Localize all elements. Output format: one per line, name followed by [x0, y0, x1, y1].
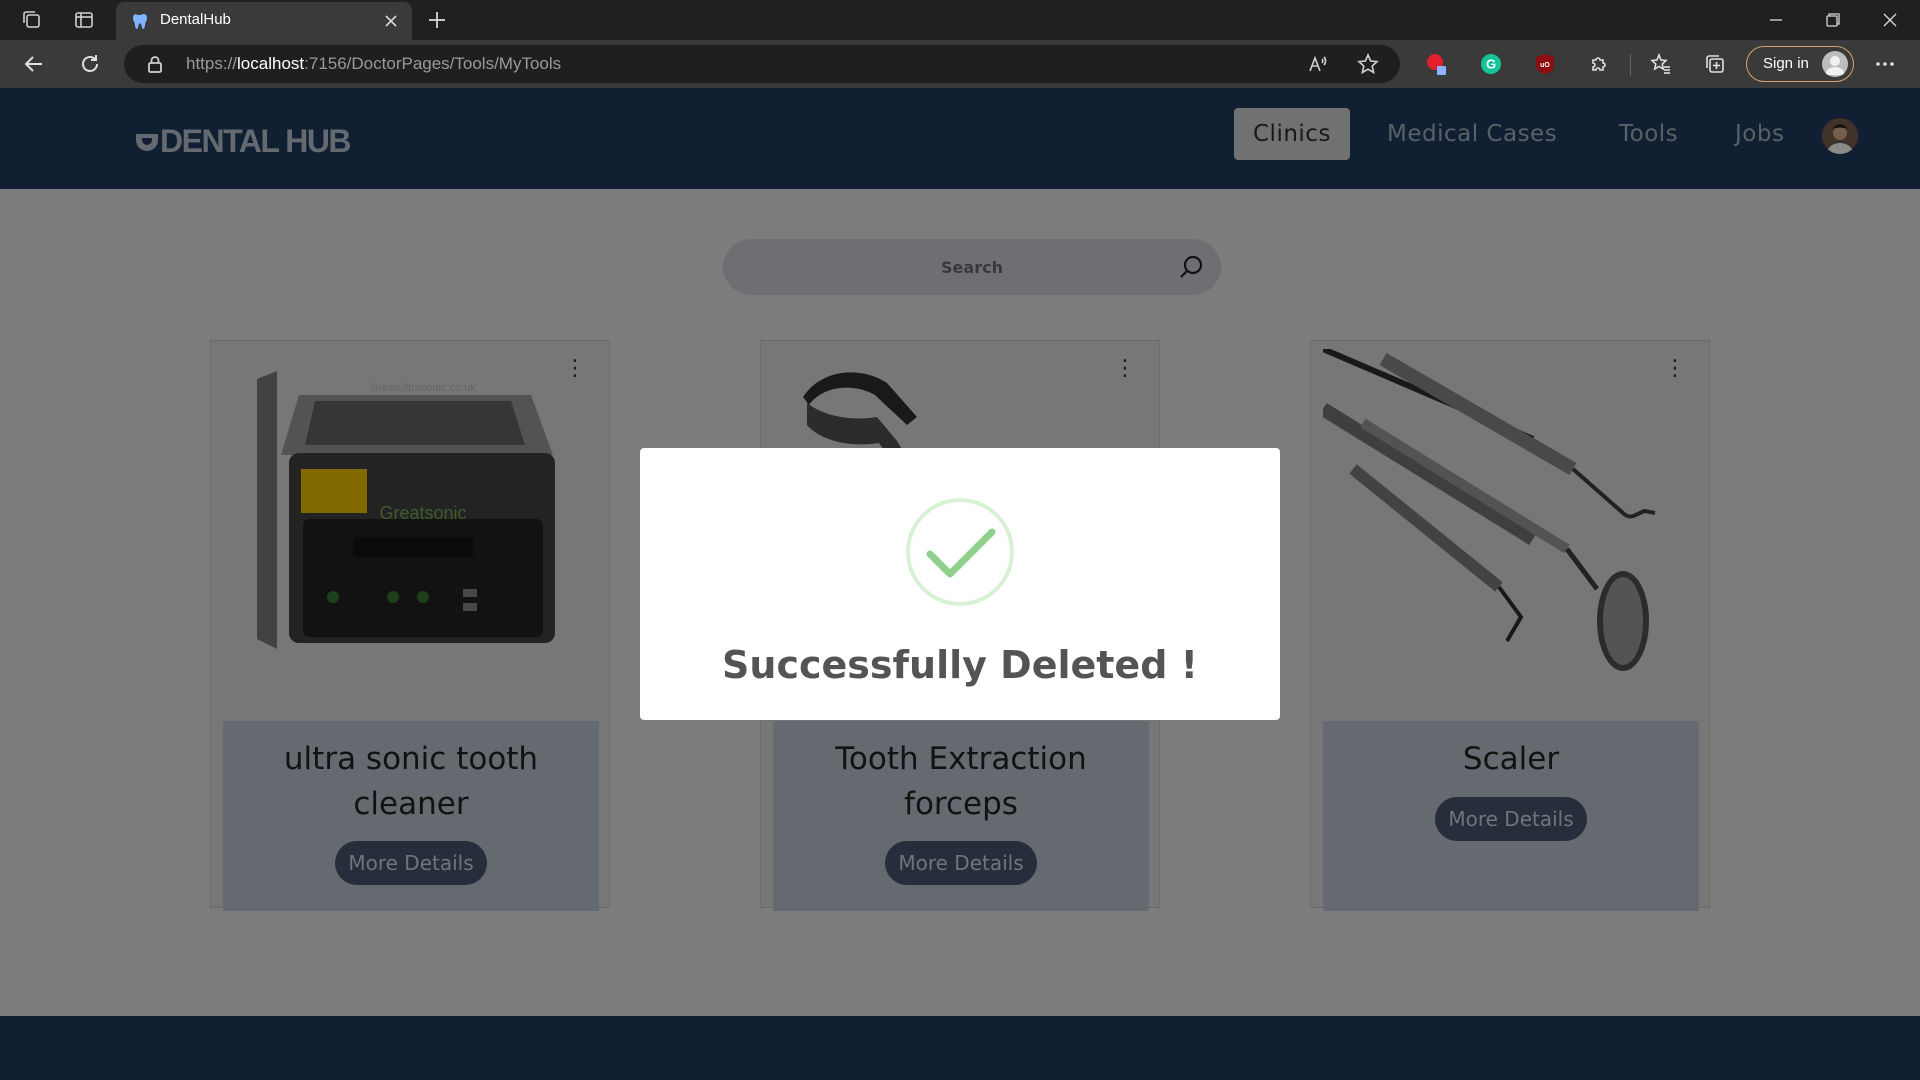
tooth-favicon-icon [130, 12, 148, 30]
close-window-icon[interactable] [1862, 0, 1918, 40]
lock-icon[interactable] [146, 55, 164, 73]
success-message: Successfully Deleted ! [722, 643, 1198, 687]
url-text[interactable]: https://localhost:7156/DoctorPages/Tools… [186, 54, 561, 74]
minimize-icon[interactable] [1748, 0, 1804, 40]
collections-icon[interactable] [1702, 51, 1728, 77]
extension-red-icon[interactable] [1424, 51, 1450, 77]
sign-in-label: Sign in [1763, 55, 1809, 72]
browser-tab-active[interactable]: DentalHub [116, 2, 412, 40]
back-icon[interactable] [20, 50, 48, 78]
ublock-icon[interactable]: uO [1532, 51, 1558, 77]
success-modal: Successfully Deleted ! [640, 448, 1280, 720]
refresh-icon[interactable] [76, 50, 104, 78]
address-bar[interactable]: https://localhost:7156/DoctorPages/Tools… [124, 45, 1400, 83]
profile-avatar-icon [1822, 51, 1848, 77]
success-check-icon [904, 496, 1016, 608]
svg-text:uO: uO [1540, 62, 1550, 69]
favorite-star-icon[interactable] [1356, 52, 1380, 76]
grammarly-icon[interactable]: G [1478, 51, 1504, 77]
sign-in-button[interactable]: Sign in [1746, 46, 1854, 82]
new-tab-icon[interactable] [422, 5, 452, 35]
close-tab-icon[interactable] [380, 10, 402, 32]
more-menu-icon[interactable] [1872, 51, 1898, 77]
tab-title: DentalHub [160, 11, 231, 28]
favorites-icon[interactable] [1648, 51, 1674, 77]
svg-text:G: G [1486, 57, 1496, 72]
toolbar-separator [1630, 54, 1631, 76]
read-aloud-icon[interactable] [1306, 52, 1330, 76]
browser-tab-bar: DentalHub [0, 0, 1920, 40]
restore-icon[interactable] [1805, 0, 1861, 40]
tab-actions-icon[interactable] [70, 6, 98, 34]
browser-toolbar: https://localhost:7156/DoctorPages/Tools… [0, 40, 1920, 88]
extensions-puzzle-icon[interactable] [1586, 51, 1612, 77]
workspaces-icon[interactable] [18, 6, 46, 34]
